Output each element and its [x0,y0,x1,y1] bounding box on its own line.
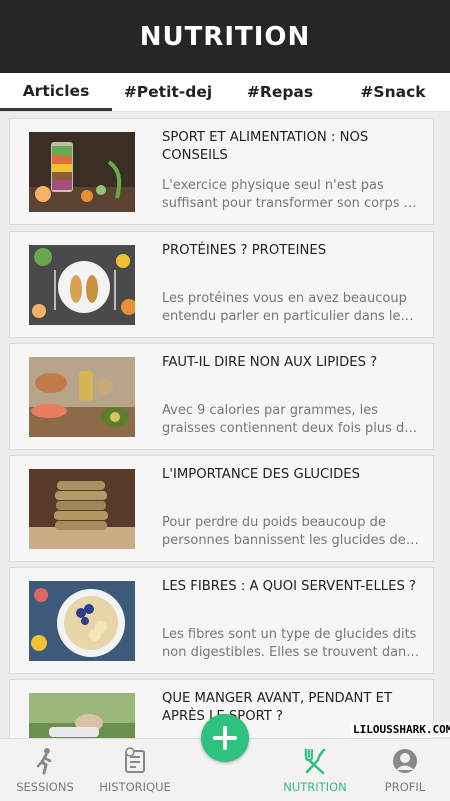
article-card[interactable]: L'IMPORTANCE DES GLUCIDES Pour perdre du… [9,455,434,562]
nav-nutrition-label: NUTRITION [283,780,347,794]
article-thumbnail [29,581,135,661]
article-card[interactable]: FAUT-IL DIRE NON AUX LIPIDES ? Avec 9 ca… [9,343,434,450]
app-header: NUTRITION [0,0,450,73]
article-card[interactable]: SPORT ET ALIMENTATION : NOS CONSEILS L'e… [9,118,434,225]
article-thumbnail [29,469,135,549]
nav-nutrition[interactable]: NUTRITION [280,739,350,801]
watermark: LILOUSSHARK.COM [350,722,450,737]
article-card[interactable]: LES FIBRES : A QUOI SERVENT-ELLES ? Les … [9,567,434,674]
article-title: PROTÉINES ? PROTEINES [162,243,327,258]
add-button[interactable] [201,714,249,762]
nav-profil-label: PROFIL [384,780,426,794]
article-thumbnail [29,245,135,325]
fork-knife-icon [304,748,326,775]
article-card[interactable]: PROTÉINES ? PROTEINES Les protéines vous… [9,231,434,338]
article-title: LES FIBRES : A QUOI SERVENT-ELLES ? [162,579,417,594]
article-thumbnail [29,357,135,437]
page-title: NUTRITION [139,21,311,52]
nav-historique[interactable]: HISTORIQUE [95,739,175,801]
history-list-icon [125,747,145,773]
article-title: SPORT ET ALIMENTATION : NOS CONSEILS [162,130,369,163]
article-title: L'IMPORTANCE DES GLUCIDES [162,467,360,482]
user-icon [393,749,417,773]
category-tabs: Articles #Petit-dej #Repas #Snack [0,73,450,112]
article-excerpt: L'exercice physique seul n'est pas suffi… [162,178,417,211]
nav-sessions[interactable]: SESSIONS [10,739,80,801]
tab-articles[interactable]: Articles [0,73,112,111]
plus-icon [213,726,237,750]
article-excerpt: Pour perdre du poids beaucoup de personn… [162,515,406,548]
nav-profil[interactable]: PROFIL [370,739,440,801]
tab-snack[interactable]: #Snack [336,73,450,111]
article-thumbnail [29,693,135,738]
article-title: FAUT-IL DIRE NON AUX LIPIDES ? [162,355,378,370]
nav-historique-label: HISTORIQUE [99,780,171,794]
article-thumbnail [29,132,135,212]
runner-icon [36,748,52,775]
article-list[interactable]: SPORT ET ALIMENTATION : NOS CONSEILS L'e… [0,111,450,738]
article-excerpt: Les protéines vous en avez beaucoup ente… [162,291,407,324]
article-excerpt: Avec 9 calories par grammes, les graisse… [162,403,413,436]
article-title: QUE MANGER AVANT, PENDANT ET APRÈS LE SP… [162,691,393,724]
tab-petit-dej[interactable]: #Petit-dej [112,73,224,111]
tab-repas[interactable]: #Repas [224,73,336,111]
nav-sessions-label: SESSIONS [16,780,74,794]
article-excerpt: Les fibres sont un type de glucides dits… [162,627,417,660]
